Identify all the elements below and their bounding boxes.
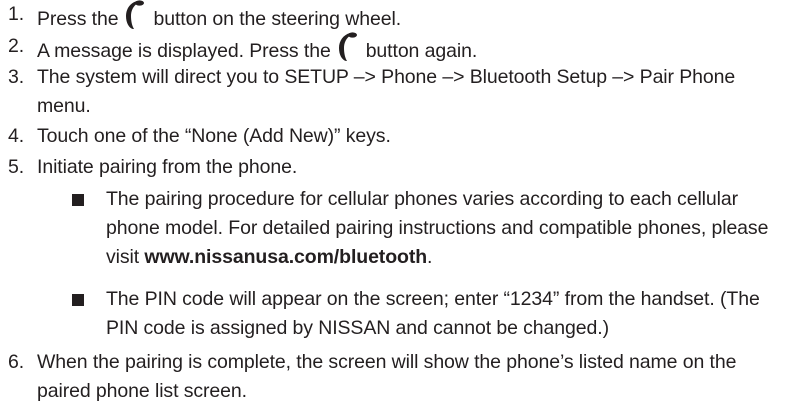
step-text: When the pairing is complete, the screen…	[37, 351, 737, 402]
step-text-after: button again.	[365, 40, 478, 62]
phone-handset-icon	[122, 0, 147, 30]
step-number: 2.	[8, 35, 25, 57]
step-text: The system will direct you to SETUP –> P…	[37, 66, 736, 117]
step-6: 6. When the pairing is complete, the scr…	[8, 348, 788, 406]
step-1: 1. Press the button on the steering wheel…	[8, 0, 788, 34]
step-number: 5.	[8, 156, 25, 178]
bullet-text-end: .	[427, 246, 433, 268]
step-2: 2. A message is displayed. Press the butt…	[8, 32, 788, 66]
step-text: Initiate pairing from the phone.	[37, 156, 298, 178]
step-number: 4.	[8, 125, 25, 147]
step-text-before: A message is displayed. Press the	[37, 40, 331, 62]
step-number: 1.	[8, 3, 25, 25]
phone-handset-icon	[335, 32, 360, 62]
step-text: A message is displayed. Press the button …	[37, 32, 788, 66]
bullet-text: The PIN code will appear on the screen; …	[106, 288, 760, 339]
square-bullet-icon	[72, 194, 84, 206]
step-text-after: button on the steering wheel.	[153, 8, 402, 30]
bullet-text: The pairing procedure for cellular phone…	[106, 185, 788, 272]
step-number: 6.	[8, 351, 25, 373]
step-3: 3. The system will direct you to SETUP –…	[8, 63, 788, 121]
bullet-item: The pairing procedure for cellular phone…	[72, 185, 788, 272]
step-text: Touch one of the “None (Add New)” keys.	[37, 125, 391, 147]
square-bullet-icon	[72, 294, 84, 306]
pairing-instructions: 1. Press the button on the steering wheel…	[0, 0, 793, 406]
step-text: Press the button on the steering wheel.	[37, 0, 788, 34]
bullet-item: The PIN code will appear on the screen; …	[72, 285, 788, 343]
step-5: 5. Initiate pairing from the phone.	[8, 153, 788, 182]
step-text-before: Press the	[37, 8, 119, 30]
bluetooth-url-link[interactable]: www.nissanusa.com/bluetooth	[144, 246, 427, 268]
step-4: 4. Touch one of the “None (Add New)” key…	[8, 122, 788, 151]
step-number: 3.	[8, 66, 25, 88]
